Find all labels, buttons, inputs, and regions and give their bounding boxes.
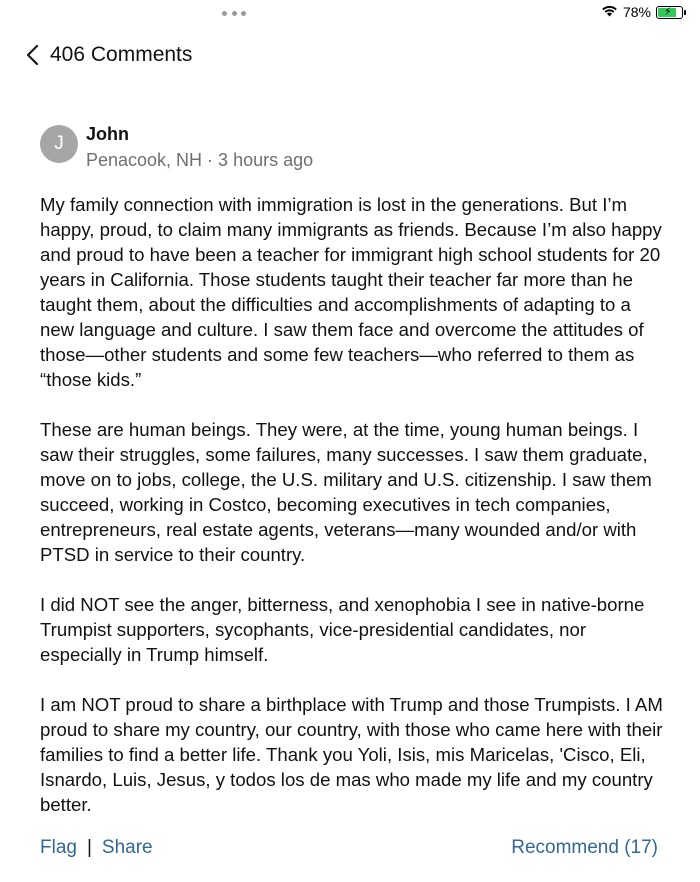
- comment-body: My family connection with immigration is…: [40, 192, 665, 842]
- author-meta: Penacook, NH · 3 hours ago: [86, 150, 314, 170]
- comment-actions: Flag | Share Recommend (17): [40, 837, 658, 861]
- battery-percent: 78%: [622, 4, 651, 20]
- share-button[interactable]: Share: [102, 837, 153, 859]
- multitasking-dots-icon[interactable]: [222, 11, 246, 17]
- comment-paragraph: These are human beings. They were, at th…: [40, 419, 652, 565]
- author-name: John: [86, 124, 129, 144]
- page-title: 406 Comments: [50, 43, 193, 66]
- comments-header: 406 Comments: [20, 38, 192, 72]
- flag-button[interactable]: Flag: [40, 837, 77, 859]
- action-separator: |: [86, 837, 92, 858]
- chevron-left-icon[interactable]: [20, 41, 44, 69]
- battery-icon: ⚡: [656, 5, 683, 19]
- status-indicators: 78% ⚡: [601, 4, 686, 20]
- avatar: J: [40, 125, 78, 163]
- battery-tip: [684, 9, 686, 15]
- bolt-icon: ⚡: [664, 5, 672, 18]
- recommend-button[interactable]: Recommend (17): [511, 837, 658, 859]
- comment-paragraph: I did NOT see the anger, bitterness, and…: [40, 594, 645, 665]
- comment-paragraph: My family connection with immigration is…: [40, 194, 662, 390]
- status-bar: 78% ⚡: [0, 0, 700, 28]
- comment-paragraph: I am NOT proud to share a birthplace wit…: [40, 694, 663, 815]
- wifi-icon: [601, 4, 618, 20]
